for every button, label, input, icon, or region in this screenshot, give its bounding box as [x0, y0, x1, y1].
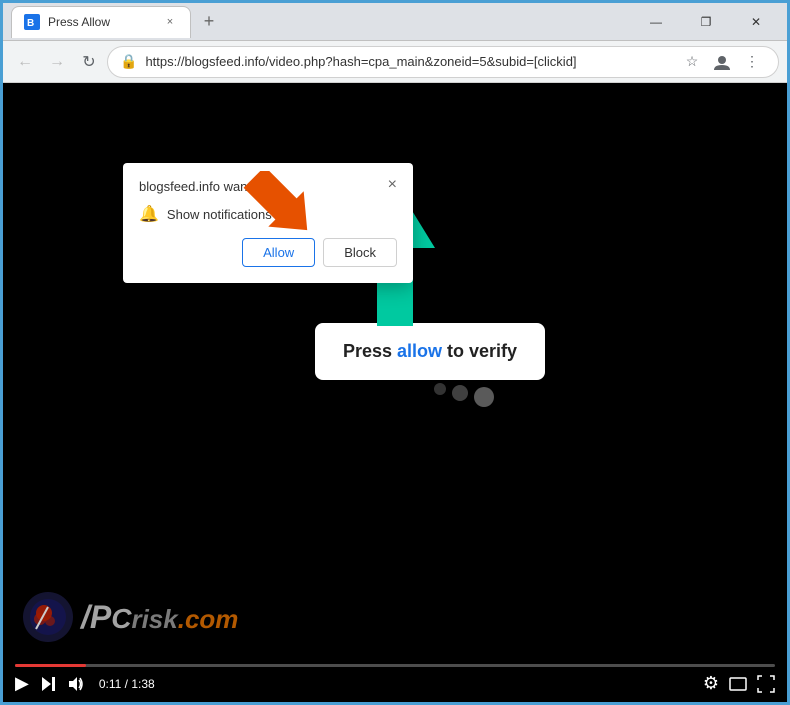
profile-icon[interactable] — [708, 48, 736, 76]
popup-title: blogsfeed.info wants to — [139, 179, 272, 194]
content-area: blogsfeed.info wants to × 🔔 Show notific… — [3, 83, 787, 702]
skip-button[interactable] — [39, 675, 57, 693]
loading-dot-3 — [474, 387, 494, 407]
menu-icon[interactable]: ⋮ — [738, 48, 766, 76]
url-text: https://blogsfeed.info/video.php?hash=cp… — [145, 54, 670, 69]
settings-button[interactable]: ⚙ — [703, 673, 719, 694]
close-button[interactable]: ✕ — [733, 8, 779, 36]
maximize-button[interactable]: ❐ — [683, 8, 729, 36]
window-controls: — ❐ ✕ — [633, 8, 779, 36]
title-bar: B Press Allow × + — ❐ ✕ — [3, 3, 787, 41]
address-bar[interactable]: 🔒 https://blogsfeed.info/video.php?hash=… — [107, 46, 779, 78]
play-button[interactable]: ▶ — [15, 673, 29, 694]
notification-description: Show notifications — [167, 207, 272, 222]
popup-notification-row: 🔔 Show notifications — [139, 204, 397, 224]
volume-button[interactable] — [67, 675, 85, 693]
navigation-bar: ← → ↻ 🔒 https://blogsfeed.info/video.php… — [3, 41, 787, 83]
browser-window: B Press Allow × + — ❐ ✕ ← → ↻ 🔒 https://… — [3, 3, 787, 702]
tab-title: Press Allow — [48, 15, 154, 29]
verify-prefix: Press — [343, 341, 397, 361]
pcrisk-logo — [23, 592, 73, 642]
minimize-button[interactable]: — — [633, 8, 679, 36]
popup-header: blogsfeed.info wants to × — [139, 179, 397, 194]
verify-box: Press allow to verify — [315, 323, 545, 380]
current-time: 0:11 — [99, 677, 121, 691]
forward-button[interactable]: → — [43, 48, 71, 76]
theater-button[interactable] — [729, 677, 747, 691]
tab-favicon: B — [24, 14, 40, 30]
popup-buttons: Allow Block — [139, 238, 397, 267]
bell-icon: 🔔 — [139, 204, 159, 224]
address-actions: ☆ ⋮ — [678, 48, 766, 76]
progress-bar[interactable] — [15, 664, 775, 667]
new-tab-button[interactable]: + — [195, 8, 223, 36]
pcrisk-text: /PCrisk.com — [81, 599, 238, 636]
verify-allow-word: allow — [397, 341, 442, 361]
fullscreen-button[interactable] — [757, 675, 775, 693]
right-controls: ⚙ — [703, 673, 775, 694]
controls-row: ▶ 0:11 / 1:38 — [15, 673, 775, 694]
svg-text:B: B — [27, 18, 34, 28]
loading-dots — [434, 383, 494, 407]
loading-dot-2 — [452, 385, 468, 401]
tab-close-button[interactable]: × — [162, 14, 178, 30]
notification-popup: blogsfeed.info wants to × 🔔 Show notific… — [123, 163, 413, 283]
back-button[interactable]: ← — [11, 48, 39, 76]
active-tab[interactable]: B Press Allow × — [11, 6, 191, 38]
progress-fill — [15, 664, 86, 667]
total-time: 1:38 — [131, 677, 154, 691]
lock-icon: 🔒 — [120, 53, 137, 70]
time-display: 0:11 / 1:38 — [99, 677, 155, 691]
video-controls: ▶ 0:11 / 1:38 — [3, 648, 787, 702]
block-button[interactable]: Block — [323, 238, 397, 267]
verify-suffix: to verify — [442, 341, 517, 361]
reload-button[interactable]: ↻ — [75, 48, 103, 76]
popup-close-button[interactable]: × — [388, 177, 397, 193]
allow-button[interactable]: Allow — [242, 238, 315, 267]
tab-bar: B Press Allow × + — [11, 6, 633, 38]
loading-dot-1 — [434, 383, 446, 395]
pcrisk-watermark: /PCrisk.com — [23, 592, 238, 642]
bookmark-icon[interactable]: ☆ — [678, 48, 706, 76]
